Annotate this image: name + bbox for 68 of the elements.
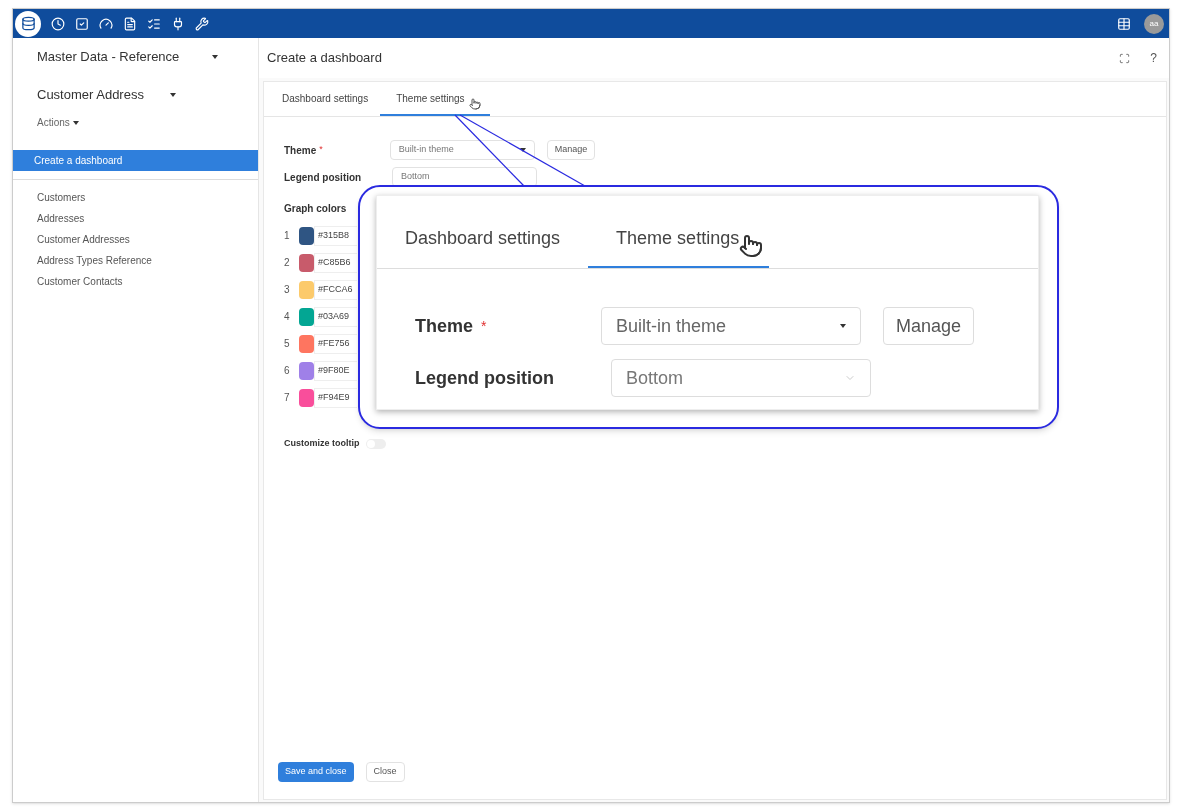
wrench-icon[interactable]	[195, 16, 209, 31]
color-hex-field[interactable]: #F94E9	[314, 387, 357, 408]
checkbox-icon[interactable]	[75, 16, 89, 31]
graph-colors-label: Graph colors	[284, 202, 348, 216]
plug-icon[interactable]	[171, 16, 185, 31]
sidebar-link[interactable]: Address Types Reference	[37, 253, 152, 269]
color-index: 1	[284, 229, 291, 243]
legend-dropdown[interactable]: Bottom	[611, 359, 871, 397]
color-hex-field[interactable]: #9F80E	[314, 360, 357, 381]
page-title: Create a dashboard	[267, 49, 383, 68]
color-swatch[interactable]	[299, 307, 314, 326]
clock-icon[interactable]	[51, 16, 65, 31]
color-index: 3	[284, 283, 291, 297]
color-index: 6	[284, 364, 291, 378]
caret-icon	[170, 93, 176, 97]
color-hex-field[interactable]: #C85B6	[314, 252, 357, 273]
manage-button[interactable]: Manage	[883, 307, 975, 345]
required-mark: *	[319, 143, 323, 157]
caret-icon	[212, 55, 218, 59]
help-link[interactable]: ?	[1150, 49, 1157, 67]
checklist-icon[interactable]	[147, 16, 161, 31]
hand-cursor-icon	[739, 234, 764, 258]
theme-label: Theme	[415, 314, 474, 338]
theme-dropdown[interactable]: Built-in theme	[601, 307, 862, 345]
caret-icon	[840, 324, 847, 328]
color-hex-field[interactable]: #FCCA6	[314, 279, 357, 300]
database-icon[interactable]	[15, 10, 41, 37]
save-and-close-button[interactable]: Save and close	[278, 762, 354, 782]
color-swatch[interactable]	[299, 226, 314, 245]
tab[interactable]: Theme settings	[588, 225, 770, 268]
color-index: 7	[284, 391, 291, 405]
color-swatch[interactable]	[299, 253, 314, 272]
color-swatch[interactable]	[299, 388, 314, 407]
theme-label: Theme	[284, 143, 317, 158]
table-icon[interactable]	[1117, 16, 1131, 31]
color-hex-field[interactable]: #03A69	[314, 306, 357, 327]
legend-label: Legend position	[284, 170, 363, 185]
legend-label: Legend position	[415, 366, 555, 390]
color-swatch[interactable]	[299, 361, 314, 380]
sidebar-link[interactable]: Customer Contacts	[37, 274, 123, 290]
color-hex-field[interactable]: #315B8	[314, 225, 357, 246]
caret-icon	[72, 120, 79, 125]
sidebar-link[interactable]: Addresses	[37, 211, 85, 227]
sidebar-link[interactable]: Customer Addresses	[37, 232, 130, 248]
caret-icon	[519, 148, 526, 152]
customize-tooltip-label: Customize tooltip	[284, 437, 360, 450]
color-index: 2	[284, 256, 291, 270]
entity-title[interactable]: Customer Address	[37, 85, 170, 105]
tab[interactable]: Dashboard settings	[276, 91, 375, 116]
tab[interactable]: Dashboard settings	[405, 225, 589, 268]
required-mark: *	[481, 316, 488, 336]
actions-menu[interactable]: Actions	[37, 115, 79, 130]
gauge-icon[interactable]	[99, 16, 113, 31]
sidebar-item[interactable]: Create a dashboard	[13, 150, 258, 171]
color-hex-field[interactable]: #FE756	[314, 333, 357, 354]
color-swatch[interactable]	[299, 334, 314, 353]
fullscreen-icon[interactable]	[1119, 52, 1131, 64]
color-index: 4	[284, 310, 291, 324]
module-title[interactable]: Master Data - Reference	[37, 47, 212, 67]
document-icon[interactable]	[123, 16, 137, 31]
theme-dropdown[interactable]: Built-in theme	[389, 140, 535, 160]
hand-cursor-icon	[469, 98, 481, 110]
sidebar-link[interactable]: Customers	[37, 190, 86, 206]
color-index: 5	[284, 337, 291, 351]
color-swatch[interactable]	[299, 280, 314, 299]
tab[interactable]: Theme settings	[380, 91, 491, 116]
manage-button[interactable]: Manage	[546, 140, 596, 160]
close-button[interactable]: Close	[365, 762, 405, 782]
